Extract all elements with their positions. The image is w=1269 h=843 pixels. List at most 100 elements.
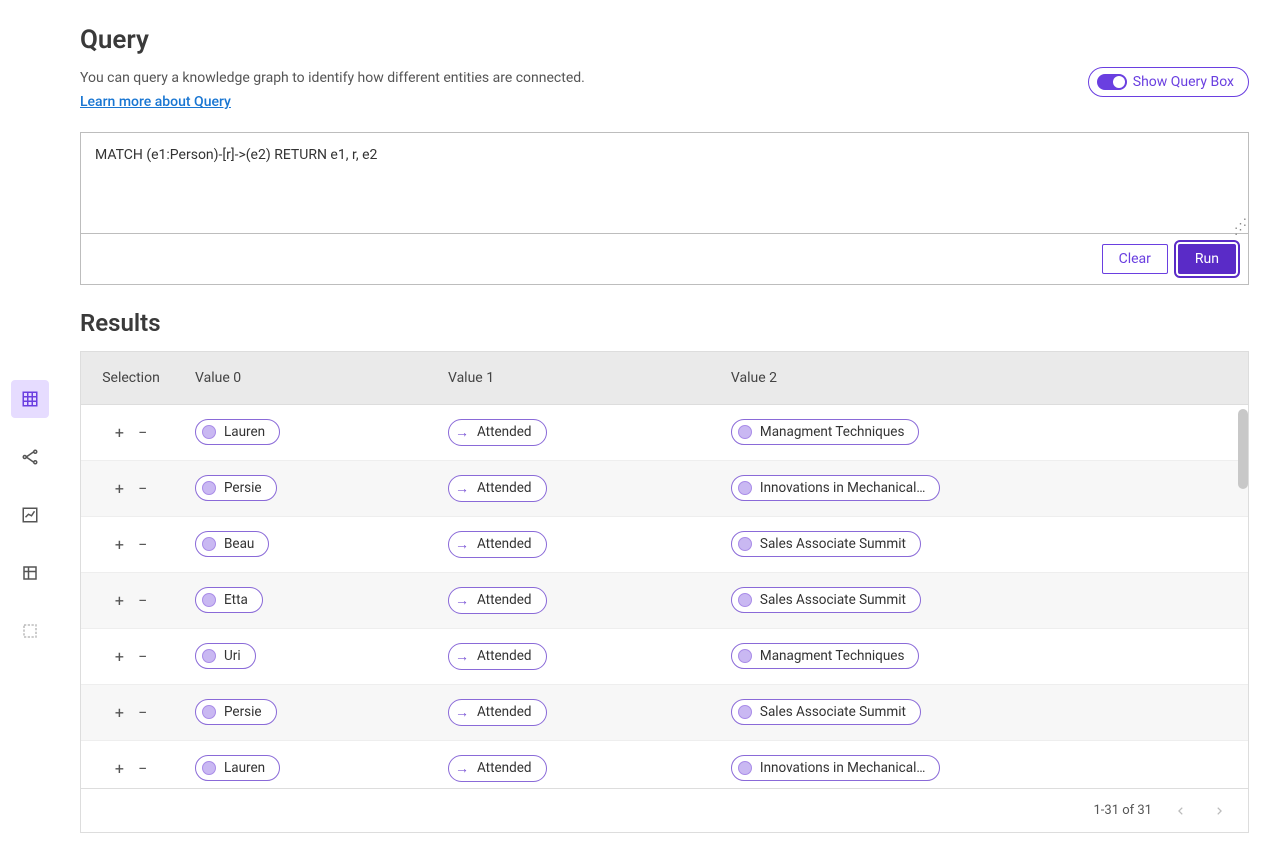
query-box: ⋰⋰ Clear Run [80,132,1249,285]
entity-chip[interactable]: Sales Associate Summit [731,587,921,613]
pagination-text: 1-31 of 31 [1093,803,1152,818]
arrow-right-icon: → [455,760,469,777]
entity-dot-icon [738,761,752,775]
rail-graph-view[interactable] [11,438,49,476]
entity-dot-icon [202,481,216,495]
page-title: Query [80,25,1249,55]
add-selection-button[interactable]: + [115,479,124,498]
remove-selection-button[interactable]: − [138,423,147,442]
add-selection-button[interactable]: + [115,647,124,666]
page-subtitle: You can query a knowledge graph to ident… [80,67,585,114]
clear-button[interactable]: Clear [1102,244,1168,274]
remove-selection-button[interactable]: − [138,535,147,554]
entity-dot-icon [738,537,752,551]
entity-dot-icon [738,481,752,495]
next-page-button[interactable] [1210,801,1228,820]
add-selection-button[interactable]: + [115,703,124,722]
relation-chip[interactable]: → Attended [448,475,547,502]
add-selection-button[interactable]: + [115,423,124,442]
entity-chip[interactable]: Lauren [195,755,280,781]
relation-chip[interactable]: → Attended [448,755,547,782]
table-footer: 1-31 of 31 [81,788,1248,832]
chip-label: Attended [477,760,532,776]
arrow-right-icon: → [455,648,469,665]
entity-chip[interactable]: Etta [195,587,263,613]
chip-label: Sales Associate Summit [760,592,906,608]
chip-label: Attended [477,592,532,608]
relation-chip[interactable]: → Attended [448,699,547,726]
results-title: Results [80,309,1249,337]
query-input[interactable] [81,133,1248,233]
results-table-wrap: Selection Value 0 Value 1 Value 2 +−Laur… [80,351,1249,833]
col-value-1: Value 1 [434,352,717,405]
add-selection-button[interactable]: + [115,759,124,778]
chip-label: Managment Techniques [760,648,905,664]
table-row: +− Beau → Attended Sales Associate Summit [81,516,1248,572]
add-selection-button[interactable]: + [115,591,124,610]
table-row: +− Lauren → Attended Innovations in Mechanic… [81,740,1248,788]
chip-label: Beau [224,536,254,552]
rail-table-view[interactable] [11,380,49,418]
toggle-switch-icon [1097,74,1127,90]
entity-chip[interactable]: Persie [195,475,277,501]
chip-label: Sales Associate Summit [760,536,906,552]
entity-dot-icon [202,425,216,439]
entity-chip[interactable]: Uri [195,643,256,669]
entity-chip[interactable]: Innovations in Mechanical… [731,755,940,781]
remove-selection-button[interactable]: − [138,591,147,610]
relation-chip[interactable]: →Attended [448,419,547,446]
entity-dot-icon [202,537,216,551]
entity-dot-icon [202,649,216,663]
table-row: +− Uri → Attended Managment Techniques [81,628,1248,684]
scrollbar-thumb[interactable] [1238,409,1248,489]
remove-selection-button[interactable]: − [138,479,147,498]
col-value-2: Value 2 [717,352,1248,405]
rail-tool-5[interactable] [11,612,49,650]
chip-label: Innovations in Mechanical… [760,480,925,496]
results-table-scroll[interactable]: Selection Value 0 Value 1 Value 2 +−Laur… [81,352,1248,788]
entity-chip[interactable]: Managment Techniques [731,643,920,669]
chip-label: Attended [477,704,532,720]
entity-chip[interactable]: Beau [195,531,269,557]
chevron-left-icon [1176,806,1186,816]
chip-label: Managment Techniques [760,424,905,440]
remove-selection-button[interactable]: − [138,647,147,666]
entity-chip[interactable]: Lauren [195,419,280,445]
arrow-right-icon: → [455,704,469,721]
entity-chip[interactable]: Managment Techniques [731,419,920,445]
remove-selection-button[interactable]: − [138,703,147,722]
chip-label: Attended [477,648,532,664]
remove-selection-button[interactable]: − [138,759,147,778]
chip-label: Attended [477,424,532,440]
learn-more-link[interactable]: Learn more about Query [80,91,231,113]
relation-chip[interactable]: → Attended [448,643,547,670]
entity-chip[interactable]: Sales Associate Summit [731,531,921,557]
entity-dot-icon [738,649,752,663]
entity-chip[interactable]: Innovations in Mechanical… [731,475,940,501]
results-table: Selection Value 0 Value 1 Value 2 +−Laur… [81,352,1248,788]
entity-chip[interactable]: Persie [195,699,277,725]
chip-label: Persie [224,480,262,496]
add-selection-button[interactable]: + [115,535,124,554]
show-query-box-toggle[interactable]: Show Query Box [1088,67,1249,97]
table-icon [21,390,39,408]
entity-dot-icon [738,705,752,719]
prev-page-button[interactable] [1172,801,1190,820]
col-selection: Selection [81,352,181,405]
layers-icon [21,564,39,582]
rail-chart-view[interactable] [11,496,49,534]
entity-chip[interactable]: Sales Associate Summit [731,699,921,725]
relation-chip[interactable]: → Attended [448,531,547,558]
chevron-right-icon [1214,806,1224,816]
arrow-right-icon: → [455,536,469,553]
arrow-right-icon: → [455,480,469,497]
chip-label: Attended [477,480,532,496]
rail-tool-4[interactable] [11,554,49,592]
run-button[interactable]: Run [1178,244,1236,274]
table-row: +− Persie → Attended Sales Associate Summit [81,684,1248,740]
table-row: +− Lauren →Attended Managment Techniques [81,404,1248,460]
chip-label: Innovations in Mechanical… [760,760,925,776]
entity-dot-icon [202,705,216,719]
relation-chip[interactable]: →Attended [448,587,547,614]
chip-label: Attended [477,536,532,552]
